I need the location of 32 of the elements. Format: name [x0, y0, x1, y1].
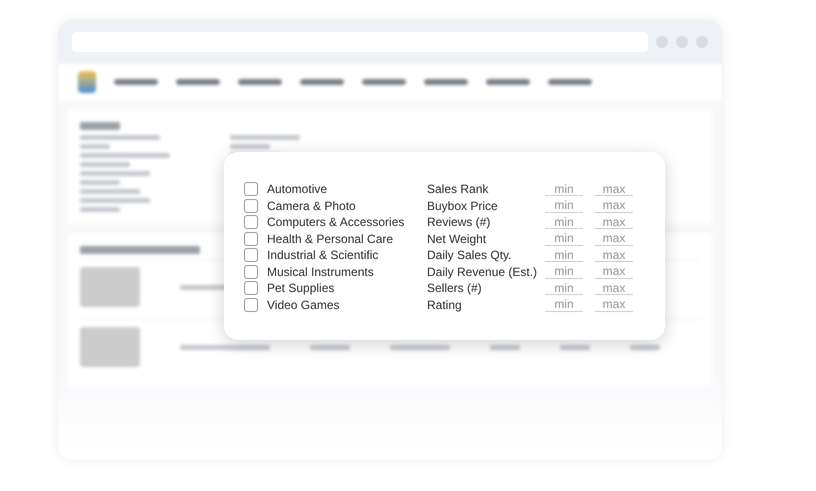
category-label: Video Games	[267, 298, 340, 312]
min-input-field[interactable]: min	[545, 232, 583, 246]
checkbox[interactable]	[244, 198, 258, 213]
checkbox[interactable]	[244, 232, 258, 246]
range-label: Sales Rank	[427, 182, 490, 196]
min-input-field[interactable]: min	[545, 281, 583, 296]
range-label: Reviews (#)	[427, 215, 492, 230]
category-label: Camera & Photo	[267, 198, 356, 213]
checkbox[interactable]	[244, 182, 258, 196]
checkbox[interactable]	[244, 264, 258, 279]
min-input-field[interactable]: min	[545, 264, 583, 279]
range-label: Buybox Price	[427, 198, 499, 213]
category-label: Computers & Accessories	[267, 215, 404, 230]
range-label: Sellers (#)	[427, 281, 483, 296]
checkbox[interactable]	[244, 281, 258, 296]
category-label: Industrial & Scientific	[267, 248, 378, 262]
range-label: Daily Revenue (Est.)	[427, 264, 538, 279]
checkbox[interactable]	[244, 248, 258, 262]
category-label: Pet Supplies	[267, 281, 334, 296]
min-input-field[interactable]: min	[545, 215, 583, 230]
checkbox[interactable]	[244, 298, 258, 312]
min-input-field[interactable]: min	[545, 298, 583, 312]
min-input-field[interactable]: min	[545, 182, 583, 196]
min-input-field[interactable]: min	[545, 248, 583, 262]
category-label: Automotive	[267, 182, 328, 196]
checkbox[interactable]	[244, 215, 258, 230]
range-label: Rating	[427, 298, 463, 312]
range-label: Net Weight	[427, 232, 488, 246]
category-label: Health & Personal Care	[267, 232, 394, 246]
min-input-field[interactable]: min	[545, 198, 583, 213]
category-label: Musical Instruments	[267, 264, 374, 279]
range-label: Daily Sales Qty.	[427, 248, 512, 262]
